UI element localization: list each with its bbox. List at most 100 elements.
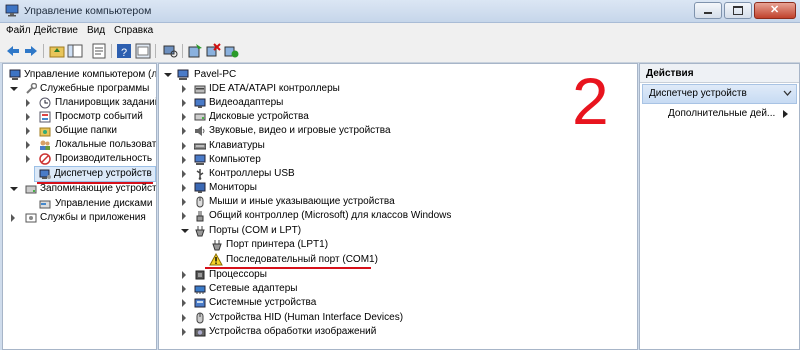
computer-management-icon xyxy=(5,4,19,17)
toolbar: ? xyxy=(0,40,800,63)
device-category-ide[interactable]: IDE ATA/ATAPI контроллеры xyxy=(159,82,479,96)
device-printer-port-lpt1[interactable]: Порт принтера (LPT1) xyxy=(159,238,479,252)
expand-arrow-icon[interactable] xyxy=(182,198,186,206)
expand-arrow-icon[interactable] xyxy=(182,170,186,178)
ide-controller-icon xyxy=(194,85,206,94)
update-driver-icon[interactable] xyxy=(187,43,203,59)
display-adapter-icon xyxy=(194,98,206,108)
enable-device-icon[interactable] xyxy=(223,43,239,59)
device-category-computer[interactable]: Компьютер xyxy=(159,153,479,167)
device-manager-icon xyxy=(39,169,51,179)
device-category-video[interactable]: Видеоадаптеры xyxy=(159,96,479,110)
device-category-system[interactable]: Системные устройства xyxy=(159,296,479,310)
device-category-imaging[interactable]: Устройства обработки изображений xyxy=(159,325,479,339)
expand-arrow-icon[interactable] xyxy=(182,184,186,192)
expand-arrow-icon[interactable] xyxy=(26,113,30,121)
expand-arrow-icon[interactable] xyxy=(10,187,18,191)
device-category-disk-drives[interactable]: Дисковые устройства xyxy=(159,110,479,124)
collapse-arrow-icon[interactable] xyxy=(181,229,189,233)
actions-title: Действия xyxy=(646,68,694,79)
menu-bar: Файл Действие Вид Справка xyxy=(0,23,800,40)
tree-item-device-manager[interactable]: Диспетчер устройств xyxy=(34,166,156,182)
submenu-arrow-icon xyxy=(783,110,788,118)
monitor-icon xyxy=(194,182,206,193)
expand-arrow-icon[interactable] xyxy=(164,73,172,77)
expand-arrow-icon[interactable] xyxy=(11,214,15,222)
computer-management-icon xyxy=(9,69,21,80)
device-category-mice[interactable]: Мыши и иные указывающие устройства xyxy=(159,195,479,209)
device-category-hid[interactable]: Устройства HID (Human Interface Devices) xyxy=(159,311,479,325)
keyboard-icon xyxy=(194,143,206,150)
expand-arrow-icon[interactable] xyxy=(182,156,186,164)
scan-hardware-icon[interactable] xyxy=(162,43,178,59)
expand-arrow-icon[interactable] xyxy=(182,127,186,135)
tree-item-shared-folders[interactable]: Общие папки xyxy=(5,124,155,138)
tree-item-performance[interactable]: Производительность xyxy=(5,152,155,166)
properties-icon[interactable] xyxy=(91,43,107,59)
port-icon xyxy=(212,240,222,251)
svg-text:?: ? xyxy=(121,47,127,59)
expand-arrow-icon[interactable] xyxy=(182,314,186,322)
collapse-chevron-icon[interactable] xyxy=(783,90,792,96)
menu-file[interactable]: Файл xyxy=(6,25,31,36)
expand-arrow-icon[interactable] xyxy=(26,141,30,149)
expand-arrow-icon[interactable] xyxy=(182,113,186,121)
device-category-network[interactable]: Сетевые адаптеры xyxy=(159,282,479,296)
device-category-usb[interactable]: Контроллеры USB xyxy=(159,167,479,181)
task-scheduler-icon xyxy=(39,97,51,109)
device-category-keyboards[interactable]: Клавиатуры xyxy=(159,139,479,153)
show-hide-tree-icon[interactable] xyxy=(67,43,83,59)
device-tree-pane: Pavel-PC IDE ATA/ATAPI контроллеры Видео… xyxy=(158,63,638,350)
actions-pane: Действия Диспетчер устройств Дополнитель… xyxy=(639,63,800,350)
up-folder-icon[interactable] xyxy=(49,43,65,59)
tree-item-event-viewer[interactable]: Просмотр событий xyxy=(5,110,155,124)
menu-view[interactable]: Вид xyxy=(87,25,105,36)
tree-item-services-apps[interactable]: Службы и приложения xyxy=(5,211,155,225)
forward-arrow-icon[interactable] xyxy=(23,43,39,59)
expand-arrow-icon[interactable] xyxy=(26,99,30,107)
speaker-icon xyxy=(195,126,205,136)
services-icon xyxy=(25,213,37,223)
back-arrow-icon[interactable] xyxy=(5,43,21,59)
expand-arrow-icon[interactable] xyxy=(182,271,186,279)
warning-icon xyxy=(209,253,223,266)
menu-action[interactable]: Действие xyxy=(34,25,78,36)
computer-icon xyxy=(194,154,206,165)
expand-arrow-icon[interactable] xyxy=(182,299,186,307)
expand-arrow-icon[interactable] xyxy=(26,155,30,163)
help-icon[interactable]: ? xyxy=(116,43,132,59)
tree-item-task-scheduler[interactable]: Планировщик заданий xyxy=(5,96,156,110)
maximize-button[interactable] xyxy=(724,2,752,19)
view-toggle-icon[interactable] xyxy=(135,43,151,59)
disk-drive-icon xyxy=(194,113,206,121)
device-root-pavel-pc[interactable]: Pavel-PC xyxy=(159,68,459,82)
device-category-generic-controller[interactable]: Общий контроллер (Microsoft) для классов… xyxy=(159,209,479,223)
action-more-actions[interactable]: Дополнительные дей... xyxy=(640,107,798,121)
tree-item-computer-management[interactable]: Управление компьютером (л xyxy=(5,68,156,82)
expand-arrow-icon[interactable] xyxy=(182,212,186,220)
close-button[interactable]: ✕ xyxy=(754,2,796,19)
network-adapter-icon xyxy=(194,285,206,294)
expand-arrow-icon[interactable] xyxy=(26,127,30,135)
minimize-button[interactable] xyxy=(694,2,722,19)
device-category-ports[interactable]: Порты (COM и LPT) xyxy=(159,224,479,238)
expand-arrow-icon[interactable] xyxy=(182,99,186,107)
mouse-icon xyxy=(196,196,204,208)
device-serial-port-com1[interactable]: Последовательный порт (COM1) xyxy=(159,253,479,267)
device-category-sound[interactable]: Звуковые, видео и игровые устройства xyxy=(159,124,479,138)
tree-item-disk-management[interactable]: Управление дисками xyxy=(5,197,155,211)
actions-section-device-manager[interactable]: Диспетчер устройств xyxy=(642,84,797,104)
expand-arrow-icon[interactable] xyxy=(10,87,18,91)
expand-arrow-icon[interactable] xyxy=(182,328,186,336)
uninstall-device-icon[interactable] xyxy=(205,43,221,59)
menu-help[interactable]: Справка xyxy=(114,25,153,36)
device-category-processors[interactable]: Процессоры xyxy=(159,268,479,282)
expand-arrow-icon[interactable] xyxy=(182,85,186,93)
tree-item-system-tools[interactable]: Служебные программы xyxy=(5,82,155,96)
tree-item-local-users[interactable]: Локальные пользовате xyxy=(5,138,156,152)
expand-arrow-icon[interactable] xyxy=(182,285,186,293)
expand-arrow-icon[interactable] xyxy=(182,142,186,150)
maximize-icon xyxy=(733,6,743,15)
device-category-monitors[interactable]: Мониторы xyxy=(159,181,479,195)
tree-item-storage[interactable]: Запоминающие устройст xyxy=(5,182,156,196)
